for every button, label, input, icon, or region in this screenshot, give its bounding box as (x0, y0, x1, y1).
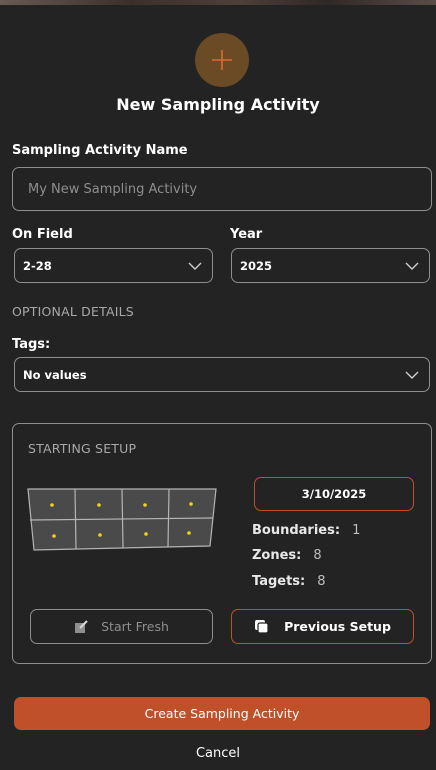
year-select-value: 2025 (240, 258, 273, 273)
boundaries-stat: Boundaries: 1 (252, 523, 360, 538)
create-sampling-activity-button[interactable]: Create Sampling Activity (14, 697, 430, 730)
chevron-down-icon (405, 371, 419, 379)
edit-note-icon (75, 619, 88, 633)
year-label: Year (230, 227, 263, 242)
cancel-button[interactable]: Cancel (0, 746, 436, 761)
field-select[interactable]: 2-28 (14, 248, 213, 283)
starting-setup-caption: STARTING SETUP (28, 441, 137, 456)
zones-stat: Zones: 8 (252, 548, 322, 563)
stat-value: 1 (352, 523, 361, 538)
previous-setup-label: Previous Setup (284, 619, 391, 634)
field-zone-map-icon (27, 488, 217, 551)
targets-stat: Tagets: 8 (252, 574, 326, 589)
tags-select[interactable]: No values (14, 357, 430, 392)
dialog-title: New Sampling Activity (116, 95, 320, 114)
activity-name-label: Sampling Activity Name (12, 143, 188, 158)
tags-select-value: No values (23, 367, 87, 382)
stat-value: 8 (313, 548, 322, 563)
stat-value: 8 (317, 574, 326, 589)
chevron-down-icon (405, 262, 419, 270)
field-select-value: 2-28 (23, 258, 52, 273)
start-fresh-label: Start Fresh (101, 619, 169, 634)
field-label: On Field (12, 227, 73, 242)
year-select[interactable]: 2025 (231, 248, 430, 283)
optional-details-caption: OPTIONAL DETAILS (12, 304, 134, 319)
add-activity-badge (195, 33, 249, 87)
stat-label: Tagets: (252, 574, 306, 589)
stat-label: Boundaries: (252, 523, 341, 538)
copy-icon (255, 619, 269, 634)
start-fresh-button[interactable]: Start Fresh (30, 609, 213, 644)
previous-setup-button[interactable]: Previous Setup (231, 609, 414, 644)
tags-label: Tags: (12, 337, 51, 352)
setup-date-button[interactable]: 3/10/2025 (254, 477, 414, 511)
header-image-strip (0, 0, 436, 5)
stat-label: Zones: (252, 548, 302, 563)
activity-name-input[interactable] (12, 167, 432, 211)
chevron-down-icon (188, 262, 202, 270)
plus-icon (212, 50, 232, 70)
